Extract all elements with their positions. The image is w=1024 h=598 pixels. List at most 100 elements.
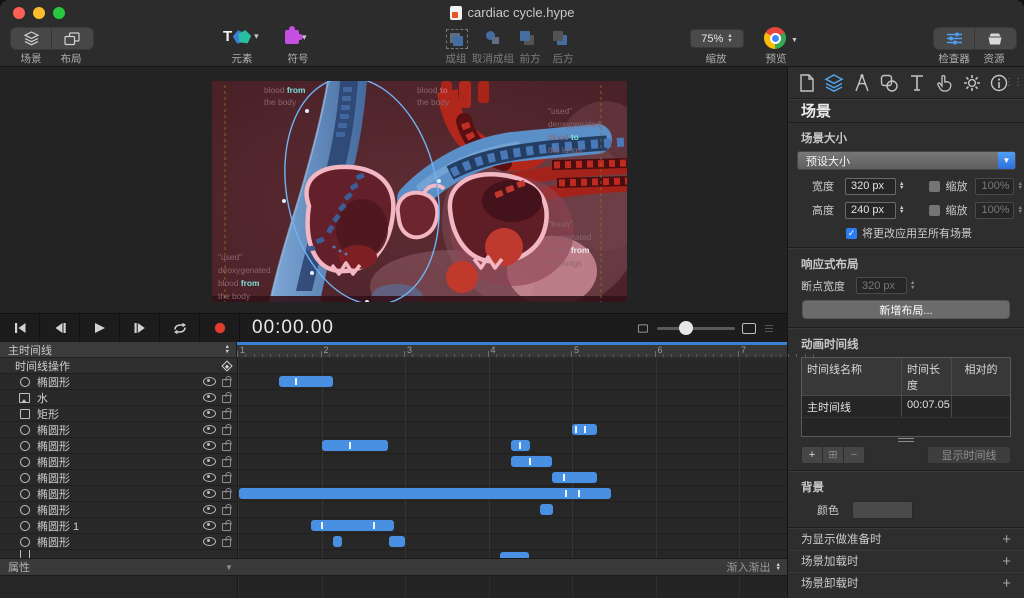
- new-layout-button[interactable]: 新增布局...: [802, 300, 1010, 319]
- visibility-eye-icon[interactable]: [203, 457, 216, 466]
- timeline-tracks[interactable]: [238, 358, 787, 558]
- bring-front-button[interactable]: [518, 29, 538, 47]
- animation-bar[interactable]: [540, 504, 553, 515]
- layer-row[interactable]: 椭圆形: [0, 422, 237, 438]
- handler-scene-unload[interactable]: 场景卸载时 +: [788, 572, 1024, 594]
- layer-row[interactable]: 水: [0, 390, 237, 406]
- timeline-zoom-slider[interactable]: [657, 327, 735, 330]
- zoom-out-icon[interactable]: [638, 324, 648, 332]
- keyframe-marker[interactable]: [529, 458, 531, 465]
- stepper-icon[interactable]: ▲▼: [899, 182, 904, 190]
- keyframe-marker[interactable]: [575, 426, 577, 433]
- scenes-button[interactable]: [11, 28, 51, 49]
- symbols-button[interactable]: ▾: [285, 30, 307, 44]
- keyframe-diamond-icon[interactable]: [221, 360, 232, 371]
- background-color-well[interactable]: [852, 501, 913, 519]
- height-input[interactable]: 240 px: [845, 202, 896, 219]
- layer-row[interactable]: 矩形: [0, 406, 237, 422]
- keyframe-marker[interactable]: [321, 522, 323, 529]
- lock-icon[interactable]: [222, 379, 231, 387]
- resources-toggle-button[interactable]: [974, 28, 1015, 49]
- lock-icon[interactable]: [222, 475, 231, 483]
- add-timeline-button[interactable]: +: [801, 446, 823, 464]
- zoom-in-icon[interactable]: [742, 323, 756, 334]
- duplicate-timeline-button[interactable]: ⊞: [823, 446, 844, 464]
- stepper-icon[interactable]: ▲▼: [899, 206, 904, 214]
- timeline-ruler[interactable]: 1234567: [237, 342, 787, 358]
- layer-row-clipped[interactable]: [0, 550, 237, 558]
- heart-diagram[interactable]: blood from the body blood to the body "u…: [212, 81, 627, 302]
- table-resize-handle[interactable]: [898, 438, 914, 442]
- visibility-eye-icon[interactable]: [203, 505, 216, 514]
- layer-row[interactable]: 椭圆形: [0, 534, 237, 550]
- canvas-area[interactable]: blood from the body blood to the body "u…: [0, 67, 787, 313]
- jump-start-button[interactable]: [0, 314, 40, 342]
- lock-icon[interactable]: [222, 395, 231, 403]
- add-action-icon[interactable]: +: [1002, 531, 1011, 548]
- slider-knob[interactable]: [679, 321, 693, 335]
- timeline-table-row[interactable]: 主时间线 00:07.05: [802, 396, 1010, 418]
- layer-row[interactable]: 椭圆形 1: [0, 518, 237, 534]
- visibility-eye-icon[interactable]: [203, 521, 216, 530]
- loop-button[interactable]: [160, 314, 200, 342]
- animation-bar[interactable]: [572, 424, 597, 435]
- animation-bar[interactable]: [279, 376, 333, 387]
- preview-button[interactable]: [764, 27, 786, 49]
- show-timeline-button[interactable]: 显示时间线: [927, 446, 1011, 464]
- layer-row[interactable]: 椭圆形: [0, 438, 237, 454]
- tab-document[interactable]: [796, 72, 818, 94]
- inspector-toggle-button[interactable]: [934, 28, 974, 49]
- animation-bar[interactable]: [333, 536, 342, 547]
- timeline-actions-row[interactable]: 时间线操作: [0, 358, 237, 374]
- visibility-eye-icon[interactable]: [203, 441, 216, 450]
- timelines-table[interactable]: 时间线名称 时间长度 相对的 主时间线 00:07.05: [801, 357, 1011, 437]
- layouts-button[interactable]: [51, 28, 92, 49]
- width-scale-checkbox[interactable]: [929, 181, 940, 192]
- visibility-eye-icon[interactable]: [203, 409, 216, 418]
- lock-icon[interactable]: [222, 443, 231, 451]
- breakpoint-input[interactable]: 320 px: [856, 277, 907, 294]
- preset-size-dropdown[interactable]: 预设大小 ▼: [797, 151, 1016, 170]
- animation-bar[interactable]: [511, 440, 530, 451]
- animation-bar[interactable]: [239, 488, 611, 499]
- step-forward-button[interactable]: [120, 314, 160, 342]
- layer-row[interactable]: 椭圆形: [0, 486, 237, 502]
- keyframe-marker[interactable]: [373, 522, 375, 529]
- record-button[interactable]: [200, 314, 240, 342]
- visibility-eye-icon[interactable]: [203, 537, 216, 546]
- keyframe-marker[interactable]: [563, 474, 565, 481]
- lock-icon[interactable]: [222, 459, 231, 467]
- animation-bar[interactable]: [552, 472, 597, 483]
- lock-icon[interactable]: [222, 427, 231, 435]
- visibility-eye-icon[interactable]: [203, 425, 216, 434]
- height-scale-input[interactable]: 100%: [975, 202, 1014, 219]
- properties-bar[interactable]: 属性 ▼ 渐入渐出 ▲▼: [0, 558, 787, 576]
- handler-prepare-display[interactable]: 为显示做准备时 +: [788, 529, 1024, 550]
- width-scale-input[interactable]: 100%: [975, 178, 1014, 195]
- keyframe-marker[interactable]: [349, 442, 351, 449]
- lock-icon[interactable]: [222, 523, 231, 531]
- group-button[interactable]: [446, 29, 468, 49]
- step-back-button[interactable]: [40, 314, 80, 342]
- layer-row[interactable]: 椭圆形: [0, 502, 237, 518]
- canvas-zoom-field[interactable]: 75% ▲▼: [690, 29, 744, 48]
- layer-row[interactable]: 椭圆形: [0, 374, 237, 390]
- animation-bar[interactable]: [511, 456, 552, 467]
- tab-overflow-icon[interactable]: ⋮⋮: [1004, 77, 1022, 88]
- tab-metrics[interactable]: [851, 72, 873, 94]
- elements-button[interactable]: T ▾: [223, 28, 259, 45]
- lock-icon[interactable]: [222, 539, 231, 547]
- animation-bar[interactable]: [311, 520, 394, 531]
- layer-row[interactable]: 椭圆形: [0, 454, 237, 470]
- keyframe-marker[interactable]: [578, 490, 580, 497]
- ungroup-button[interactable]: [484, 29, 504, 47]
- lock-icon[interactable]: [222, 491, 231, 499]
- animation-bar[interactable]: [322, 440, 388, 451]
- tab-element[interactable]: [878, 72, 900, 94]
- keyframe-marker[interactable]: [565, 490, 567, 497]
- play-button[interactable]: [80, 314, 120, 342]
- keyframe-marker[interactable]: [519, 442, 521, 449]
- tab-scene-active[interactable]: [823, 72, 845, 94]
- send-back-button[interactable]: [551, 29, 571, 47]
- lock-icon[interactable]: [222, 411, 231, 419]
